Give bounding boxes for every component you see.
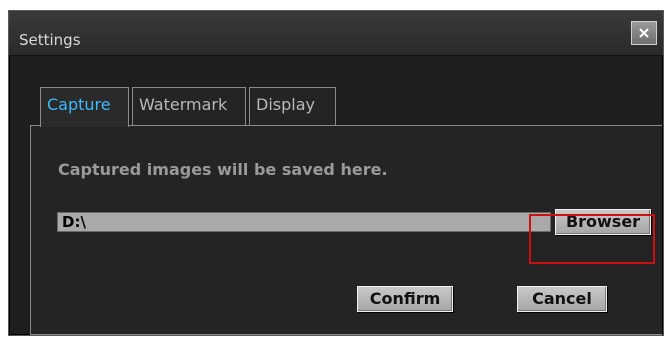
title-bar: Settings: [9, 11, 663, 56]
highlight-box: [529, 214, 655, 264]
tab-display[interactable]: Display: [249, 87, 336, 127]
close-button[interactable]: [631, 21, 657, 45]
settings-window: Settings Capture Watermark Display Captu…: [8, 10, 664, 336]
confirm-button[interactable]: Confirm: [357, 286, 453, 312]
save-location-label: Captured images will be saved here.: [58, 160, 388, 179]
save-path-input[interactable]: [57, 212, 551, 232]
cancel-button[interactable]: Cancel: [517, 286, 607, 312]
tab-watermark[interactable]: Watermark: [132, 87, 246, 127]
tab-capture[interactable]: Capture: [40, 87, 129, 127]
close-icon: [639, 28, 649, 38]
window-title: Settings: [19, 31, 81, 49]
